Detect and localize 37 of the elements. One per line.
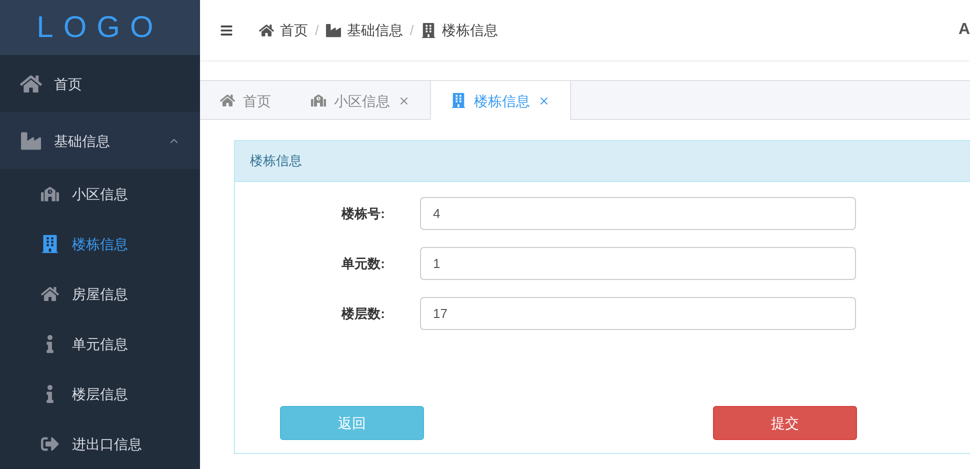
sidebar-subitem[interactable]: 单元信息 [0, 319, 200, 369]
breadcrumb-link[interactable]: 首页 [280, 20, 308, 40]
sidebar-subitem[interactable]: 小区信息 [0, 169, 200, 219]
community-icon [311, 93, 326, 108]
building-icon [41, 235, 59, 253]
breadcrumb-link[interactable]: 楼栋信息 [442, 20, 498, 40]
menu-icon[interactable] [220, 24, 233, 36]
sidebar-subitem[interactable]: 楼层信息 [0, 369, 200, 419]
sidebar-subitem[interactable]: 进出口信息 [0, 419, 200, 469]
input-field[interactable]: 17 [420, 297, 856, 330]
community-icon [41, 185, 59, 203]
breadcrumb-link[interactable]: 基础信息 [346, 20, 403, 40]
logo: LOGO [36, 10, 164, 46]
home-icon [220, 93, 235, 108]
home-icon [41, 285, 59, 303]
breadcrumb-separator: / [315, 21, 319, 40]
field-label: 楼层数: [340, 304, 386, 323]
close-icon[interactable] [538, 94, 550, 106]
building-icon [420, 22, 436, 38]
breadcrumb-separator: / [410, 21, 414, 40]
home-icon [259, 22, 274, 38]
sidebar-item[interactable]: 基础信息 [0, 112, 200, 169]
field-label: 楼栋号: [340, 204, 386, 223]
field-label: 单元数: [340, 254, 386, 273]
input-field[interactable]: 1 [420, 247, 856, 280]
user-name[interactable]: A [958, 18, 970, 42]
close-icon[interactable] [398, 94, 410, 106]
factory-icon [326, 22, 341, 38]
exit-icon [41, 435, 59, 453]
panel-title: 楼栋信息 [250, 152, 302, 170]
sidebar-subitem[interactable]: 房屋信息 [0, 269, 200, 319]
home-icon [20, 74, 42, 94]
factory-icon [20, 130, 42, 150]
submit-button[interactable]: 提交 [713, 406, 857, 440]
building-icon [451, 93, 466, 108]
sidebar-subitem[interactable]: 楼栋信息 [0, 219, 200, 269]
input-field[interactable]: 4 [420, 197, 856, 230]
